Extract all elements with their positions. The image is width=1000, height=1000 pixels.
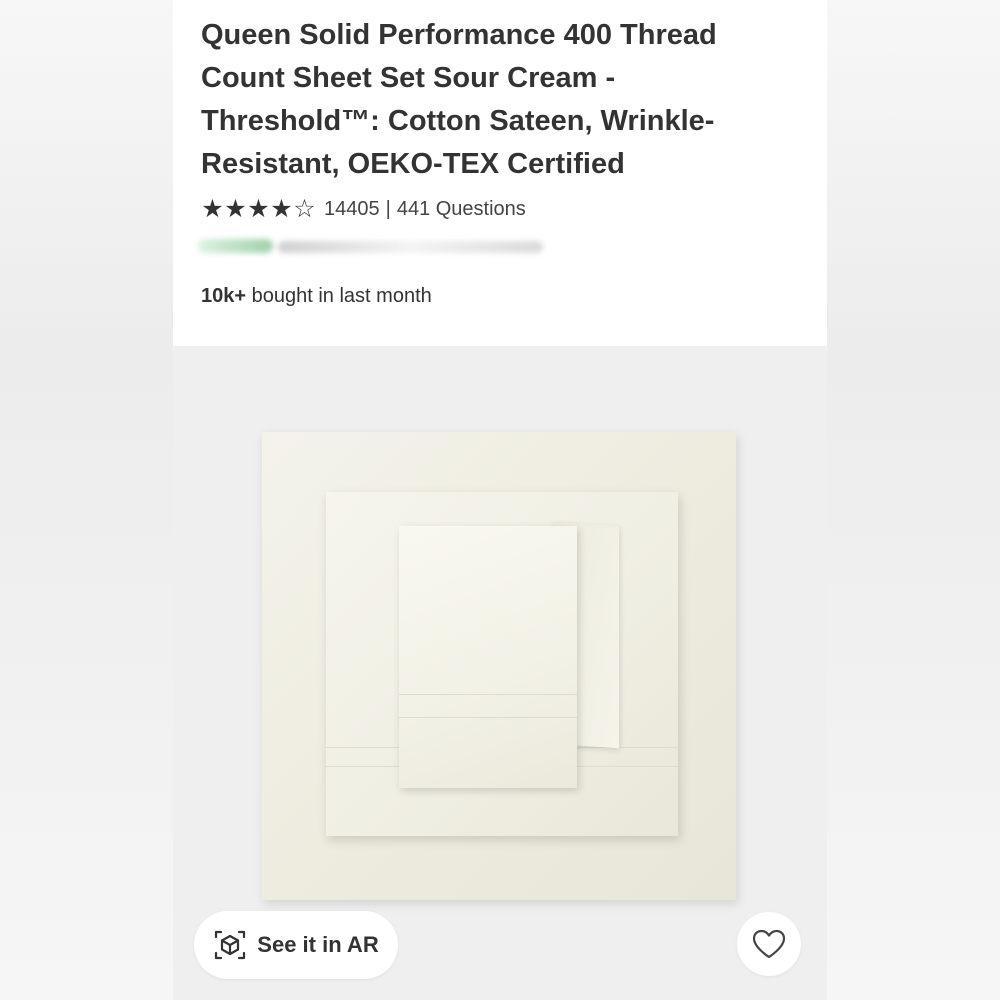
heart-icon: [752, 929, 786, 959]
rating-count[interactable]: 14405: [324, 198, 380, 221]
rating-row[interactable]: ★ ★ ★ ★ ☆ 14405 | 441 Questions: [201, 195, 526, 223]
questions-link[interactable]: 441 Questions: [397, 198, 526, 221]
bought-last-month: 10k+ bought in last month: [201, 285, 432, 308]
see-in-ar-label: See it in AR: [257, 932, 379, 957]
star-rating: ★ ★ ★ ★ ☆: [201, 196, 316, 222]
product-page: Queen Solid Performance 400 Thread Count…: [173, 0, 827, 1000]
background-left: [0, 0, 173, 1000]
star-filled-icon: ★: [270, 195, 293, 223]
star-filled-icon: ★: [247, 195, 270, 223]
rating-divider: |: [385, 197, 391, 220]
product-info: Queen Solid Performance 400 Thread Count…: [173, 0, 827, 346]
pillowcase: [399, 526, 577, 788]
bought-count: 10k+: [201, 285, 247, 307]
star-filled-icon: ★: [201, 195, 224, 223]
bought-label: bought in last month: [251, 285, 432, 307]
star-filled-icon: ★: [224, 195, 247, 223]
ar-cube-icon: [215, 930, 246, 960]
product-title: Queen Solid Performance 400 Thread Count…: [201, 19, 717, 180]
favorite-button[interactable]: [737, 912, 801, 976]
product-image[interactable]: See it in AR: [173, 346, 827, 1000]
see-in-ar-button[interactable]: See it in AR: [194, 911, 398, 979]
star-empty-icon: ☆: [293, 195, 316, 223]
blurred-availability: [198, 233, 548, 261]
background-right: [827, 0, 1000, 1000]
